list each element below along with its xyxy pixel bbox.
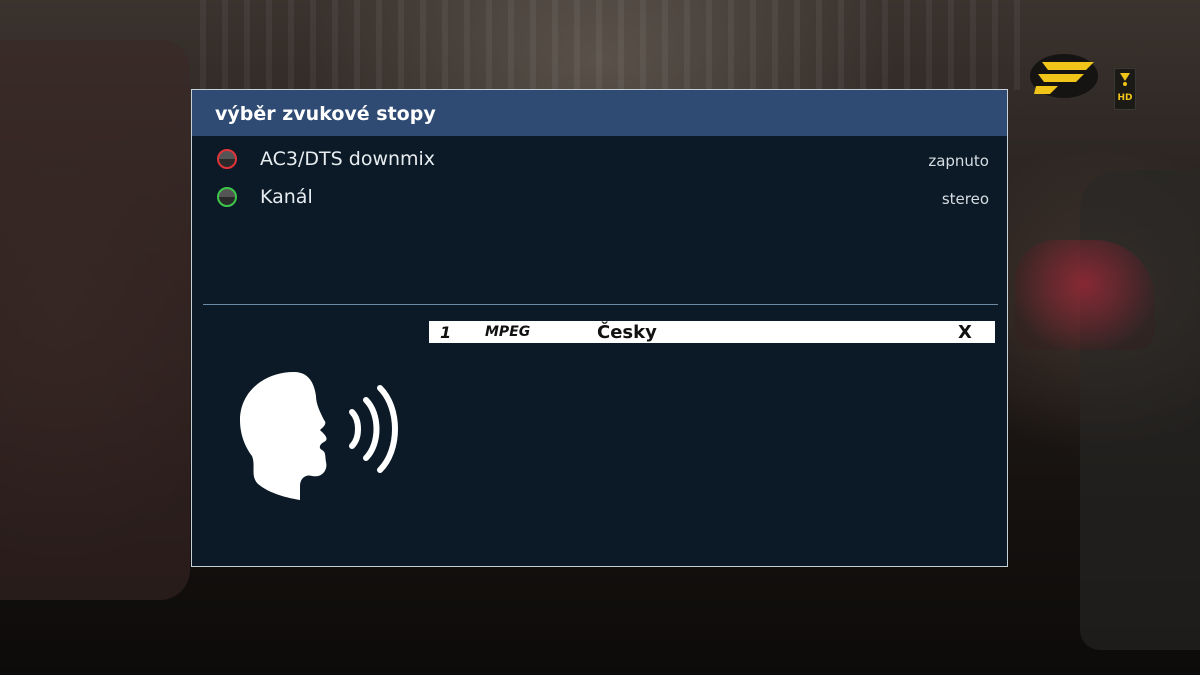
background-shed-wall [200, 0, 1020, 90]
hd-badge: HD [1114, 68, 1136, 110]
audio-track-row[interactable]: 1 MPEG Česky X [429, 321, 995, 343]
divider [203, 304, 998, 305]
dialog-title: výběr zvukové stopy [215, 103, 436, 125]
hd-signal-dot [1123, 82, 1127, 86]
red-button-icon [217, 149, 237, 169]
track-selected-mark: X [958, 322, 972, 343]
track-language: Česky [597, 322, 657, 343]
background-vehicle-red [1015, 240, 1155, 350]
green-button-icon [217, 187, 237, 207]
option-value-downmix: zapnuto [928, 152, 989, 170]
option-label-channel: Kanál [260, 186, 313, 208]
option-value-channel: stereo [941, 190, 989, 208]
speaking-head-icon [240, 372, 398, 500]
hd-signal-icon [1120, 73, 1130, 81]
option-row-channel[interactable]: Kanál stereo [192, 182, 1007, 214]
track-number: 1 [440, 323, 452, 342]
background-vehicle-left [0, 40, 190, 600]
option-label-downmix: AC3/DTS downmix [260, 148, 436, 170]
track-codec: MPEG [485, 324, 531, 340]
option-row-downmix[interactable]: AC3/DTS downmix zapnuto [192, 144, 1007, 176]
dialog-header: výběr zvukové stopy [192, 90, 1007, 136]
provider-logo-icon [1030, 54, 1098, 98]
hd-badge-label: HD [1117, 93, 1133, 103]
audio-track-dialog: výběr zvukové stopy AC3/DTS downmix zapn… [191, 89, 1008, 567]
